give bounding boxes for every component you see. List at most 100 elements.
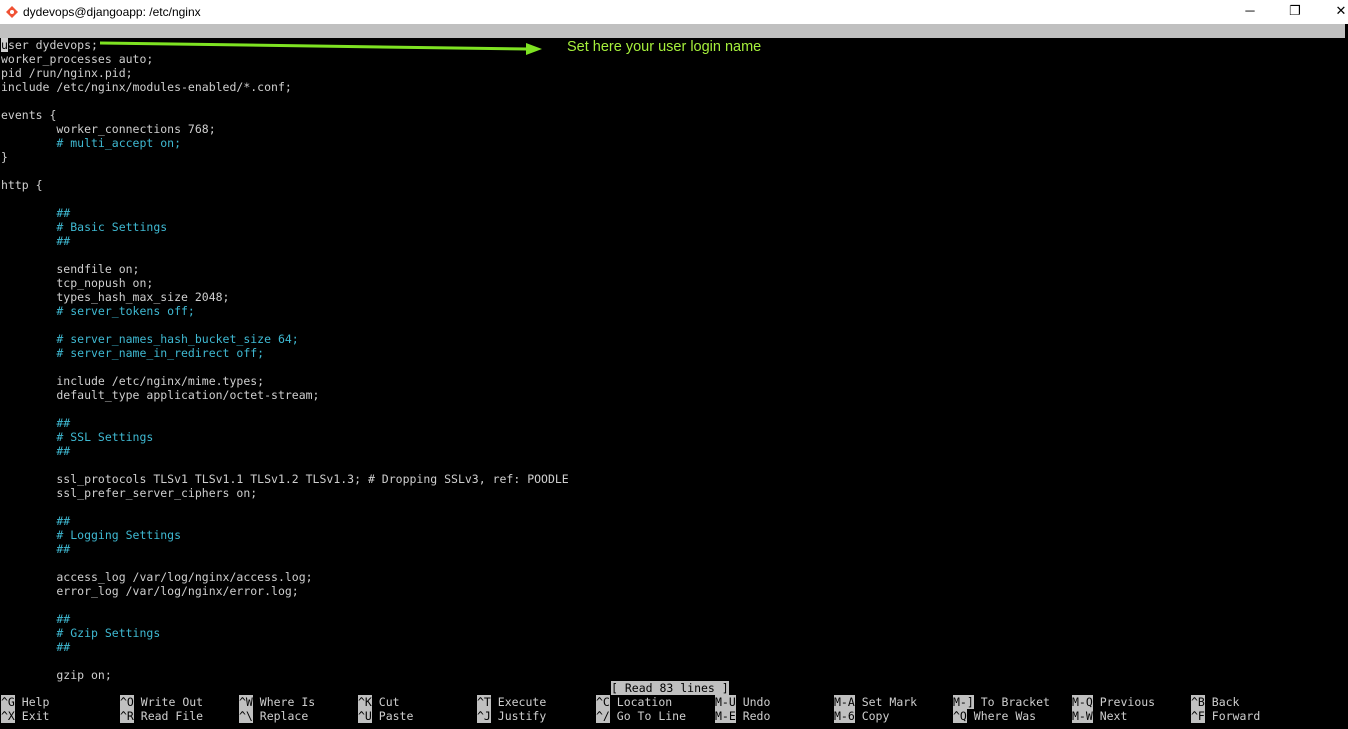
- comment-line: ##: [1, 612, 71, 626]
- shortcut-location[interactable]: ^C Location: [596, 695, 672, 709]
- code-line: types_hash_max_size 2048;: [1, 290, 230, 304]
- shortcut-execute[interactable]: ^T Execute: [477, 695, 546, 709]
- code-line: pid /run/nginx.pid;: [1, 66, 133, 80]
- comment-line: # server_tokens off;: [1, 304, 195, 318]
- comment-line: # server_names_hash_bucket_size 64;: [1, 332, 299, 346]
- comment-line: # multi_accept on;: [1, 136, 182, 150]
- shortcut-justify[interactable]: ^J Justify: [477, 709, 546, 723]
- shortcut-key: ^T: [477, 695, 491, 709]
- comment-line: # Logging Settings: [1, 528, 182, 542]
- code-line: worker_connections 768;: [1, 122, 216, 136]
- shortcut-next[interactable]: M-W Next: [1072, 709, 1127, 723]
- editor-text-area[interactable]: user dydevops; worker_processes auto; pid …: [1, 38, 569, 682]
- shortcut-key: ^J: [477, 709, 491, 723]
- shortcut-help[interactable]: ^G Help: [1, 695, 49, 709]
- minimize-button[interactable]: ─: [1227, 0, 1273, 24]
- comment-line: # Basic Settings: [1, 220, 168, 234]
- shortcut-key: ^O: [120, 695, 134, 709]
- shortcut-copy[interactable]: M-6 Copy: [834, 709, 889, 723]
- shortcut-label: Where Is: [252, 695, 316, 709]
- shortcut-label: Go To Line: [609, 709, 687, 723]
- shortcut-key: ^X: [1, 709, 15, 723]
- shortcut-key: ^\: [239, 709, 253, 723]
- shortcut-label: Forward: [1204, 709, 1261, 723]
- comment-line: # Gzip Settings: [1, 626, 161, 640]
- shortcut-exit[interactable]: ^X Exit: [1, 709, 49, 723]
- shortcut-to-bracket[interactable]: M-] To Bracket: [953, 695, 1050, 709]
- shortcut-where-is[interactable]: ^W Where Is: [239, 695, 315, 709]
- shortcut-back[interactable]: ^B Back: [1191, 695, 1239, 709]
- code-line: sendfile on;: [1, 262, 140, 276]
- shortcut-label: Exit: [14, 709, 50, 723]
- nano-status-message: [ Read 83 lines ]: [611, 681, 729, 695]
- shortcut-label: Redo: [735, 709, 771, 723]
- code-line: include /etc/nginx/mime.types;: [1, 374, 265, 388]
- comment-line: ##: [1, 444, 71, 458]
- shortcut-key: ^F: [1191, 709, 1205, 723]
- comment-line: ##: [1, 514, 71, 528]
- shortcut-key: M-A: [834, 695, 855, 709]
- shortcut-label: Copy: [854, 709, 890, 723]
- code-line: include /etc/nginx/modules-enabled/*.con…: [1, 80, 292, 94]
- comment-line: ##: [1, 542, 71, 556]
- shortcut-replace[interactable]: ^\ Replace: [239, 709, 308, 723]
- annotation-text: Set here your user login name: [567, 39, 762, 55]
- comment-line: # SSL Settings: [1, 430, 154, 444]
- code-line: ssl_prefer_server_ciphers on;: [1, 486, 258, 500]
- code-line: ssl_protocols TLSv1 TLSv1.1 TLSv1.2 TLSv…: [1, 472, 569, 486]
- shortcut-redo[interactable]: M-E Redo: [715, 709, 770, 723]
- shortcut-set-mark[interactable]: M-A Set Mark: [834, 695, 917, 709]
- shortcut-label: Cut: [371, 695, 400, 709]
- shortcut-label: Write Out: [133, 695, 204, 709]
- shortcut-label: Set Mark: [854, 695, 918, 709]
- shortcut-label: Help: [14, 695, 50, 709]
- shortcut-label: Execute: [490, 695, 547, 709]
- code-line: tcp_nopush on;: [1, 276, 154, 290]
- shortcut-key: ^R: [120, 709, 134, 723]
- comment-line: ##: [1, 416, 71, 430]
- shortcut-previous[interactable]: M-Q Previous: [1072, 695, 1155, 709]
- shortcut-write-out[interactable]: ^O Write Out: [120, 695, 203, 709]
- shortcut-read-file[interactable]: ^R Read File: [120, 709, 203, 723]
- comment-line: ##: [1, 234, 71, 248]
- shortcut-key: ^G: [1, 695, 15, 709]
- shortcut-key: M-]: [953, 695, 974, 709]
- shortcut-paste[interactable]: ^U Paste: [358, 709, 413, 723]
- shortcut-key: ^/: [596, 709, 610, 723]
- shortcut-label: Read File: [133, 709, 204, 723]
- shortcut-label: Paste: [371, 709, 414, 723]
- code-line: http {: [1, 178, 43, 192]
- shortcut-where-was[interactable]: ^Q Where Was: [953, 709, 1036, 723]
- shortcut-key: M-6: [834, 709, 855, 723]
- shortcut-go-to-line[interactable]: ^/ Go To Line: [596, 709, 686, 723]
- shortcut-forward[interactable]: ^F Forward: [1191, 709, 1260, 723]
- shortcut-key: ^U: [358, 709, 372, 723]
- shortcut-key: M-Q: [1072, 695, 1093, 709]
- shortcut-key: ^C: [596, 695, 610, 709]
- restore-button[interactable]: ❐: [1272, 0, 1318, 24]
- shortcut-key: M-U: [715, 695, 736, 709]
- code-line: access_log /var/log/nginx/access.log;: [1, 570, 313, 584]
- shortcut-label: Next: [1092, 709, 1128, 723]
- code-line: default_type application/octet-stream;: [1, 388, 320, 402]
- shortcut-label: Replace: [252, 709, 309, 723]
- shortcut-label: Location: [609, 695, 673, 709]
- shortcut-undo[interactable]: M-U Undo: [715, 695, 770, 709]
- shortcut-key: M-W: [1072, 709, 1093, 723]
- shortcut-label: To Bracket: [973, 695, 1050, 709]
- comment-line: ##: [1, 640, 71, 654]
- close-button[interactable]: ✕: [1318, 0, 1348, 24]
- code-line: }: [1, 150, 8, 164]
- code-line: events {: [1, 108, 57, 122]
- shortcut-key: ^Q: [953, 709, 967, 723]
- shortcut-cut[interactable]: ^K Cut: [358, 695, 400, 709]
